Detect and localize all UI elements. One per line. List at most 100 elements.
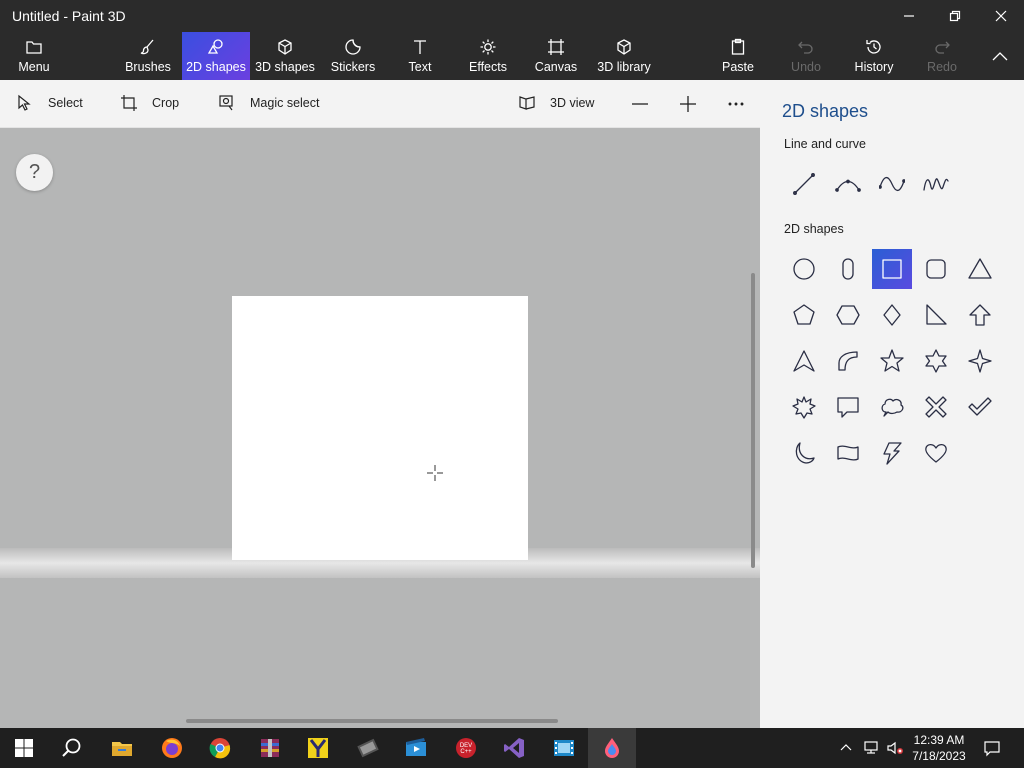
undo-label: Undo — [791, 60, 821, 74]
tab-3d-shapes[interactable]: 3D shapes — [254, 32, 316, 80]
show-hidden-icons-button[interactable] — [836, 728, 856, 768]
collapse-ribbon-button[interactable] — [982, 32, 1018, 80]
circle-shape[interactable] — [784, 249, 824, 289]
lightning-shape[interactable] — [872, 433, 912, 473]
paint-3d-icon — [605, 738, 619, 758]
notification-icon — [984, 741, 1000, 757]
history-button[interactable]: History — [850, 32, 898, 80]
diamond-shape[interactable] — [872, 295, 912, 335]
quarter-circle-icon — [838, 351, 858, 371]
vertical-scrollbar[interactable] — [751, 273, 755, 568]
rounded-square-icon — [926, 259, 946, 279]
speech-bubble-shape[interactable] — [828, 387, 868, 427]
magic-select-tool[interactable]: Magic select — [218, 94, 319, 112]
burst-shape[interactable] — [784, 387, 824, 427]
minimize-button[interactable] — [886, 0, 932, 32]
tab-brushes[interactable]: Brushes — [120, 32, 176, 80]
workspace: ? — [0, 128, 760, 728]
five-point-star-shape[interactable] — [872, 341, 912, 381]
tab-canvas[interactable]: Canvas — [532, 32, 580, 80]
crop-tool[interactable]: Crop — [120, 94, 179, 112]
arrow-up-shape[interactable] — [960, 295, 1000, 335]
curve-shape[interactable] — [828, 164, 868, 204]
lightning-icon — [883, 442, 902, 465]
rounded-square-shape[interactable] — [916, 249, 956, 289]
video-editor-icon — [357, 738, 379, 758]
winrar-icon — [261, 739, 279, 757]
clipboard-icon — [731, 38, 745, 55]
line-shape[interactable] — [784, 164, 824, 204]
movie-maker-icon — [406, 738, 426, 756]
tab-effects[interactable]: Effects — [464, 32, 512, 80]
close-button[interactable] — [978, 0, 1024, 32]
polyline-curve-icon — [923, 178, 949, 191]
banner-shape[interactable] — [828, 433, 868, 473]
library-icon — [617, 39, 631, 55]
restore-button[interactable] — [932, 0, 978, 32]
capsule-shape[interactable] — [828, 249, 868, 289]
redo-button[interactable]: Redo — [922, 32, 962, 80]
visual-studio-icon — [504, 738, 524, 758]
visual-studio-taskbar[interactable] — [490, 728, 538, 768]
app-y-taskbar[interactable] — [294, 728, 342, 768]
chrome-taskbar[interactable] — [196, 728, 244, 768]
x-mark-icon — [925, 396, 947, 418]
triangle-shape[interactable] — [960, 249, 1000, 289]
paint-3d-taskbar[interactable] — [588, 728, 636, 768]
tab-2d-shapes[interactable]: 2D shapes — [182, 32, 250, 80]
menu-button[interactable]: Menu — [10, 32, 58, 80]
check-mark-shape[interactable] — [960, 387, 1000, 427]
search-button[interactable] — [48, 728, 96, 768]
select-tool[interactable]: Select — [16, 94, 83, 112]
taskbar: DEV C++ 12:39 AM 7/18/2023 — [0, 728, 1024, 768]
quarter-circle-shape[interactable] — [828, 341, 868, 381]
tab-3d-shapes-label: 3D shapes — [255, 60, 315, 74]
x-mark-shape[interactable] — [916, 387, 956, 427]
polyline-curve-shape[interactable] — [916, 164, 956, 204]
square-shape[interactable] — [872, 249, 912, 289]
winrar-taskbar[interactable] — [246, 728, 294, 768]
pentagon-icon — [793, 304, 815, 325]
taskbar-clock[interactable]: 12:39 AM 7/18/2023 — [910, 732, 968, 764]
zoom-in-button[interactable] — [678, 94, 698, 114]
right-triangle-shape[interactable] — [916, 295, 956, 335]
four-point-star-shape[interactable] — [960, 341, 1000, 381]
start-button[interactable] — [0, 728, 48, 768]
close-icon — [995, 10, 1007, 22]
chevron-up-icon — [840, 744, 852, 751]
wave-curve-shape[interactable] — [872, 164, 912, 204]
tab-canvas-label: Canvas — [534, 60, 578, 74]
tab-3d-library[interactable]: 3D library — [594, 32, 654, 80]
help-button[interactable]: ? — [16, 154, 53, 191]
zoom-out-button[interactable] — [630, 94, 650, 114]
six-point-star-shape[interactable] — [916, 341, 956, 381]
firefox-taskbar[interactable] — [148, 728, 196, 768]
arrowhead-shape[interactable] — [784, 341, 824, 381]
paste-button[interactable]: Paste — [716, 32, 760, 80]
3d-view-toggle[interactable]: 3D view — [518, 94, 594, 112]
heart-shape[interactable] — [916, 433, 956, 473]
dev-cpp-taskbar[interactable]: DEV C++ — [442, 728, 490, 768]
undo-button[interactable]: Undo — [786, 32, 826, 80]
action-center-button[interactable] — [980, 728, 1004, 768]
crescent-moon-shape[interactable] — [784, 433, 824, 473]
thought-bubble-shape[interactable] — [872, 387, 912, 427]
horizontal-scrollbar[interactable] — [186, 719, 558, 723]
volume-button[interactable] — [884, 728, 906, 768]
pentagon-shape[interactable] — [784, 295, 824, 335]
film-taskbar[interactable] — [540, 728, 588, 768]
video-editor-taskbar[interactable] — [344, 728, 392, 768]
movie-maker-taskbar[interactable] — [392, 728, 440, 768]
more-options-button[interactable] — [726, 94, 746, 114]
folder-icon — [26, 41, 42, 54]
thought-bubble-icon — [881, 398, 904, 417]
chevron-up-icon — [992, 52, 1008, 61]
text-icon — [414, 40, 426, 54]
tab-text[interactable]: Text — [398, 32, 442, 80]
five-point-star-icon — [880, 349, 904, 372]
hexagon-shape[interactable] — [828, 295, 868, 335]
file-explorer-taskbar[interactable] — [98, 728, 146, 768]
network-button[interactable] — [860, 728, 882, 768]
drawing-canvas[interactable] — [232, 296, 528, 560]
tab-stickers[interactable]: Stickers — [326, 32, 380, 80]
